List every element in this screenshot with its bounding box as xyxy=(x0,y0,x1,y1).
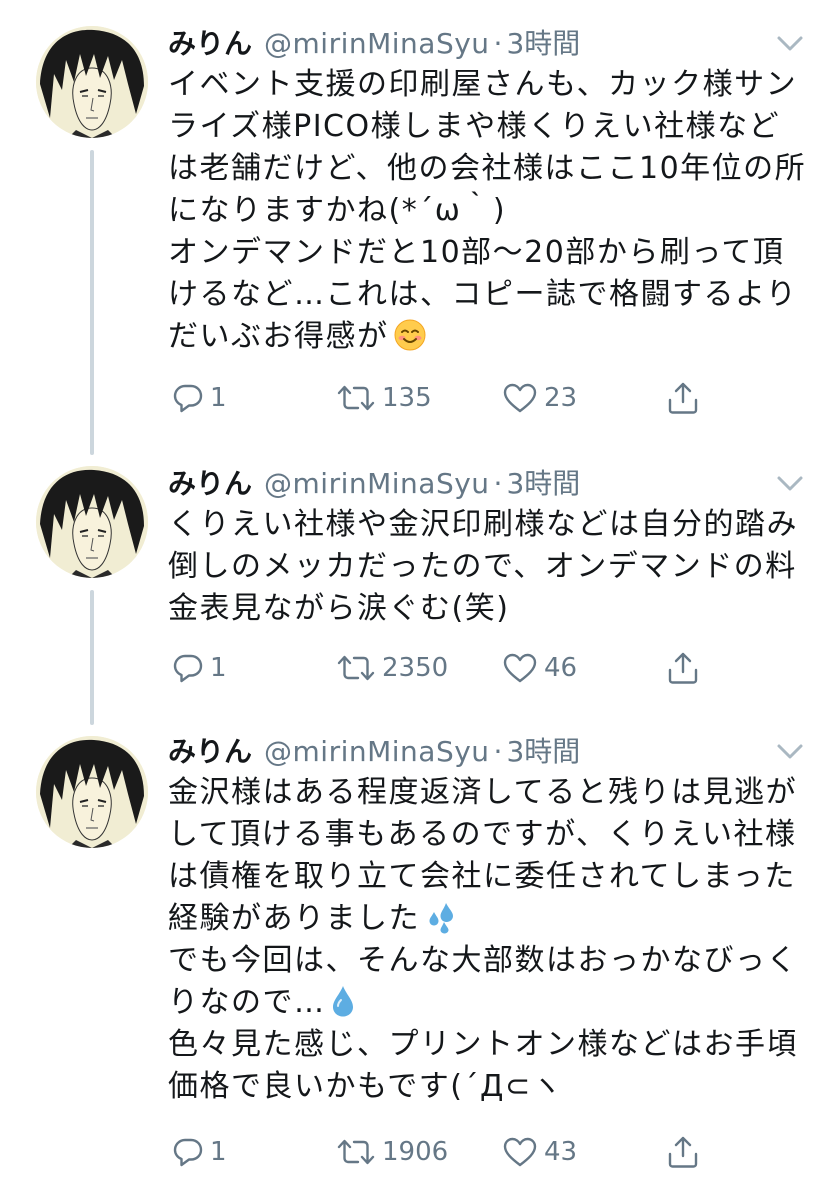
handle[interactable]: @mirinMinaSyu xyxy=(264,735,490,768)
retweet-icon xyxy=(337,1139,375,1165)
tweet-text-line: して頂ける事もあるのですが、くりえい社様 xyxy=(168,817,797,852)
tweet-text: イベント支援の印刷屋さんも、カック様サン ライズ様PICO様しまや様くりえい社様… xyxy=(168,64,808,358)
tweet-text: 金沢様はある程度返済してると残りは見逃が して頂ける事もあるのですが、くりえい社… xyxy=(168,772,808,1108)
chevron-down-icon[interactable] xyxy=(776,34,804,54)
retweet-button[interactable]: 1906 xyxy=(336,1132,448,1172)
share-button[interactable] xyxy=(666,1132,700,1172)
tweet-text-line: けるなど…これは、コピー誌で格闘するより xyxy=(168,277,798,312)
display-name[interactable]: みりん xyxy=(168,730,252,770)
heart-icon xyxy=(503,383,537,413)
like-count: 23 xyxy=(544,383,578,413)
tweet-actions: 1 2350 46 xyxy=(168,648,728,688)
share-icon xyxy=(668,652,698,684)
retweet-count: 2350 xyxy=(382,653,449,683)
handle[interactable]: @mirinMinaSyu xyxy=(264,467,490,500)
avatar[interactable] xyxy=(36,26,148,138)
tweet-header: みりん @mirinMinaSyu · 3時間 xyxy=(168,22,814,62)
tweet-text-line: イベント支援の印刷屋さんも、カック様サン xyxy=(168,67,798,102)
thread-line xyxy=(90,590,94,725)
timestamp[interactable]: 3時間 xyxy=(506,462,580,502)
separator-dot: · xyxy=(493,735,503,768)
reply-count: 1 xyxy=(210,1137,227,1167)
tweet-text-line: は老舗だけど、他の会社様はここ10年位の所 xyxy=(168,151,807,186)
like-button[interactable]: 46 xyxy=(502,648,577,688)
retweet-icon xyxy=(337,655,375,681)
tweet-text-line: 倒しのメッカだったので、オンデマンドの料 xyxy=(168,549,797,584)
thread-line xyxy=(90,150,94,455)
avatar-illustration xyxy=(36,466,148,578)
tweet-text-line: になりますかね(*´ω｀) xyxy=(168,193,507,228)
avatar-illustration xyxy=(36,26,148,138)
like-count: 43 xyxy=(544,1137,578,1167)
tweet-text-line: 金表見ながら涙ぐむ(笑) xyxy=(168,591,510,626)
tweet-header: みりん @mirinMinaSyu · 3時間 xyxy=(168,462,814,502)
share-icon xyxy=(668,382,698,414)
retweet-button[interactable]: 2350 xyxy=(336,648,448,688)
tweet-text-line: ライズ様PICO様しまや様くりえい社様など xyxy=(168,109,781,144)
retweet-icon xyxy=(337,385,375,411)
reply-count: 1 xyxy=(210,383,227,413)
separator-dot: · xyxy=(493,467,503,500)
share-icon xyxy=(668,1136,698,1168)
reply-count: 1 xyxy=(210,653,227,683)
tweet-text-line: 色々見た感じ、プリントオン様などはお手頃 xyxy=(168,1027,798,1062)
tweet-text-segment: だいぶお得感が xyxy=(168,319,389,354)
sweat-droplets-emoji xyxy=(429,903,453,934)
avatar[interactable] xyxy=(36,466,148,578)
retweet-button[interactable]: 135 xyxy=(336,378,432,418)
avatar-illustration xyxy=(36,736,148,848)
tweet-text-line: でも今回は、そんな大部数はおっかなびっく xyxy=(168,943,798,978)
reply-button[interactable]: 1 xyxy=(172,648,227,688)
reply-icon xyxy=(173,384,203,413)
reply-button[interactable]: 1 xyxy=(172,1132,227,1172)
timestamp[interactable]: 3時間 xyxy=(506,22,580,62)
display-name[interactable]: みりん xyxy=(168,22,252,62)
heart-icon xyxy=(503,653,537,683)
tweet-header: みりん @mirinMinaSyu · 3時間 xyxy=(168,730,814,770)
share-button[interactable] xyxy=(666,378,700,418)
tweet-text: くりえい社様や金沢印刷様などは自分的踏み 倒しのメッカだったので、オンデマンドの… xyxy=(168,504,808,630)
retweet-count: 1906 xyxy=(382,1137,449,1167)
like-button[interactable]: 43 xyxy=(502,1132,577,1172)
reply-icon xyxy=(173,654,203,683)
display-name[interactable]: みりん xyxy=(168,462,252,502)
tweet-text-line: くりえい社様や金沢印刷様などは自分的踏み xyxy=(168,507,798,542)
share-button[interactable] xyxy=(666,648,700,688)
reply-icon xyxy=(173,1138,203,1167)
retweet-count: 135 xyxy=(382,383,432,413)
tweet-text-line: オンデマンドだと10部〜20部から刷って頂 xyxy=(168,235,785,270)
timestamp[interactable]: 3時間 xyxy=(506,730,580,770)
tweet-text-segment: りなので… xyxy=(168,985,326,1020)
smiling-face-emoji xyxy=(394,319,425,351)
avatar[interactable] xyxy=(36,736,148,848)
tweet-text-segment: 経験がありました xyxy=(168,901,420,936)
chevron-down-icon[interactable] xyxy=(776,742,804,762)
tweet-text-line-with-emoji: だいぶお得感が xyxy=(168,316,808,358)
tweet-text-line: 金沢様はある程度返済してると残りは見逃が xyxy=(168,775,798,810)
heart-icon xyxy=(503,1137,537,1167)
tweet-text-line-with-emoji: りなので… xyxy=(168,982,808,1024)
handle[interactable]: @mirinMinaSyu xyxy=(264,27,490,60)
tweet-text-line-with-emoji: 経験がありました xyxy=(168,898,808,940)
tweet-text-line: は債権を取り立て会社に委任されてしまった xyxy=(168,859,796,894)
droplet-emoji xyxy=(332,986,353,1017)
tweet-actions: 1 1906 43 xyxy=(168,1132,728,1172)
separator-dot: · xyxy=(493,27,503,60)
chevron-down-icon[interactable] xyxy=(776,474,804,494)
like-count: 46 xyxy=(544,653,578,683)
tweet-text-line: 価格で良いかもです(´Д⊂ヽ xyxy=(168,1069,564,1104)
reply-button[interactable]: 1 xyxy=(172,378,227,418)
like-button[interactable]: 23 xyxy=(502,378,577,418)
tweet-actions: 1 135 23 xyxy=(168,378,728,418)
